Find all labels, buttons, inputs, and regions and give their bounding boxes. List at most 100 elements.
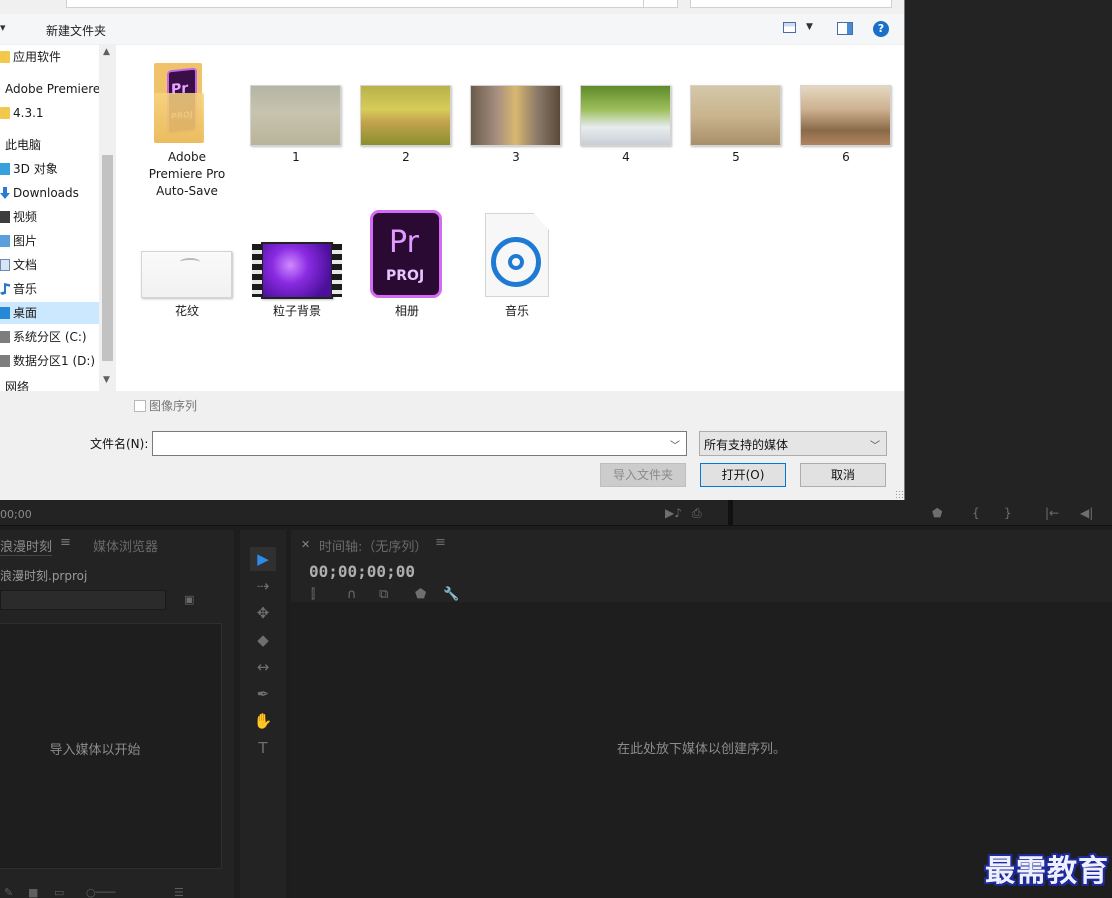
filename-input[interactable]: ﹀ [152,431,687,456]
timeline-title[interactable]: 时间轴:（无序列） [319,536,427,555]
close-icon[interactable]: ✕ [301,538,310,551]
nav-item-documents[interactable]: 文档 [0,254,99,276]
change-view-icon[interactable] [783,22,796,33]
dialog-toolbar: ▾ 新建文件夹 ▼ ? [0,14,904,44]
tools-panel: ▶ ⇢ ✥ ◆ ↔ ✒ ✋ T [240,530,286,898]
panel-menu-icon[interactable]: ≡ [60,535,71,550]
chevron-down-icon[interactable]: ﹀ [670,437,680,452]
file-item-album[interactable]: 相册 [359,210,455,322]
file-type-select[interactable]: 所有支持的媒体 ﹀ [699,431,887,456]
pen-tool-icon[interactable]: ✒ [250,682,276,706]
step-back-icon[interactable]: ◀| [1080,506,1093,520]
file-label: 2 [402,150,410,164]
file-item-particle[interactable]: 粒子背景 [249,242,345,322]
organize-dropdown-icon[interactable]: ▾ [0,21,6,34]
nav-item-drive-c[interactable]: 系统分区 (C:) [0,326,99,348]
panel-menu-icon[interactable]: ≡ [435,535,446,550]
pencil-icon[interactable]: ✎ [4,886,13,898]
ripple-edit-tool-icon[interactable]: ✥ [250,601,276,625]
nav-item-apps[interactable]: 应用软件 [0,46,99,68]
import-media-hint: 导入媒体以开始 [49,743,141,758]
scrollbar-thumb[interactable] [102,155,113,361]
file-item-3[interactable]: 3 [468,85,564,165]
new-search-bin-icon[interactable]: ▣ [184,593,194,606]
nav-scrollbar[interactable]: ▲ ▼ [99,45,116,391]
linked-selection-icon[interactable]: ⧉ [379,587,388,602]
project-search-input[interactable] [0,590,166,610]
nav-item-431[interactable]: 4.3.1 [0,102,99,124]
nav-item-label: 视频 [13,210,38,224]
address-dropdown-button[interactable] [643,0,678,8]
nav-item-downloads[interactable]: Downloads [0,182,99,204]
nav-item-label: 数据分区1 (D:) [13,354,96,368]
nav-item-music[interactable]: 音乐 [0,278,99,300]
file-item-6[interactable]: 6 [798,85,894,165]
scroll-down-icon[interactable]: ▼ [103,375,110,385]
add-marker-icon[interactable]: ⬟ [415,587,426,602]
file-label: Auto-Save [156,184,218,198]
file-item-5[interactable]: 5 [688,85,784,165]
image-sequence-checkbox[interactable] [134,400,146,412]
timeline-timecode[interactable]: 00;00;00;00 [309,562,415,581]
tab-media-browser[interactable]: 媒体浏览器 [93,536,158,555]
file-item-1[interactable]: 1 [248,85,344,165]
icon-view-icon[interactable]: ▭ [54,886,64,898]
nav-item-desktop[interactable]: 桌面 [0,302,99,324]
snap-icon[interactable]: ∩ [347,587,357,602]
resize-grip-icon[interactable] [895,490,903,498]
address-bar[interactable] [66,0,678,8]
desktop-icon [0,307,10,319]
file-label: Adobe [168,150,206,164]
scroll-up-icon[interactable]: ▲ [103,47,110,57]
file-label: 1 [292,150,300,164]
music-icon [0,283,10,295]
file-item-music[interactable]: 音乐 [469,210,565,322]
settings-icon[interactable]: ⎙ [692,506,702,521]
export-frame-icon[interactable]: ▶♪ [665,506,682,520]
razor-tool-icon[interactable]: ◆ [250,628,276,652]
cancel-button[interactable]: 取消 [800,463,886,487]
nav-item-adobe-premiere[interactable]: Adobe Premiere [5,78,104,100]
insert-sequence-icon[interactable]: ⫿ [311,587,315,602]
go-to-in-icon[interactable]: |← [1045,506,1059,520]
project-media-well[interactable]: 导入媒体以开始 [0,623,222,869]
search-input[interactable] [690,0,892,8]
open-button[interactable]: 打开(O) [700,463,786,487]
slip-tool-icon[interactable]: ↔ [250,655,276,679]
marker-icon[interactable]: ⬟ [932,506,942,520]
drive-icon [0,331,10,343]
mark-out-icon[interactable]: } [1004,506,1012,520]
file-item-huawen[interactable]: 花纹 [139,251,235,321]
import-folder-button[interactable]: 导入文件夹 [600,463,686,487]
file-label: 6 [842,150,850,164]
file-item-4[interactable]: 4 [578,85,674,165]
nav-item-drive-d[interactable]: 数据分区1 (D:) [0,350,99,372]
nav-item-this-pc[interactable]: 此电脑 [5,134,104,156]
video-icon [0,211,10,223]
preview-pane-icon[interactable] [837,22,853,35]
nav-item-pictures[interactable]: 图片 [0,230,99,252]
nav-item-3d-objects[interactable]: 3D 对象 [0,158,99,180]
zoom-slider-icon[interactable]: ○─── [86,886,115,898]
tab-project[interactable]: 浪漫时刻 [0,536,53,556]
type-tool-icon[interactable]: T [250,736,276,760]
file-item-2[interactable]: 2 [358,85,454,165]
file-item-autosave[interactable]: PrPROJ Adobe Premiere Pro Auto-Save [139,59,235,204]
nav-item-videos[interactable]: 视频 [0,206,99,228]
dialog-footer: 图像序列 文件名(N): ﹀ 所有支持的媒体 ﹀ 导入文件夹 打开(O) 取消 [0,391,904,500]
chevron-down-icon[interactable]: ▼ [806,22,813,32]
sort-icon[interactable]: ☰ [174,886,184,898]
project-panel: 浪漫时刻 ≡ 媒体浏览器 浪漫时刻.prproj ▣ 导入媒体以开始 ✎ ■ ▭… [0,530,234,898]
track-select-tool-icon[interactable]: ⇢ [250,574,276,598]
wrench-icon[interactable]: 🔧 [443,587,459,602]
selection-tool-icon[interactable]: ▶ [250,547,276,571]
project-panel-footer: ✎ ■ ▭ ○─── ☰ [0,886,234,898]
nav-item-label: 音乐 [13,282,38,296]
file-label: 相册 [394,304,419,318]
new-folder-button[interactable]: 新建文件夹 [46,22,106,39]
help-icon[interactable]: ? [873,21,889,37]
hand-tool-icon[interactable]: ✋ [250,709,276,733]
list-view-icon[interactable]: ■ [28,886,38,898]
nav-item-network[interactable]: 网络 [5,380,104,391]
mark-in-icon[interactable]: { [972,506,980,520]
